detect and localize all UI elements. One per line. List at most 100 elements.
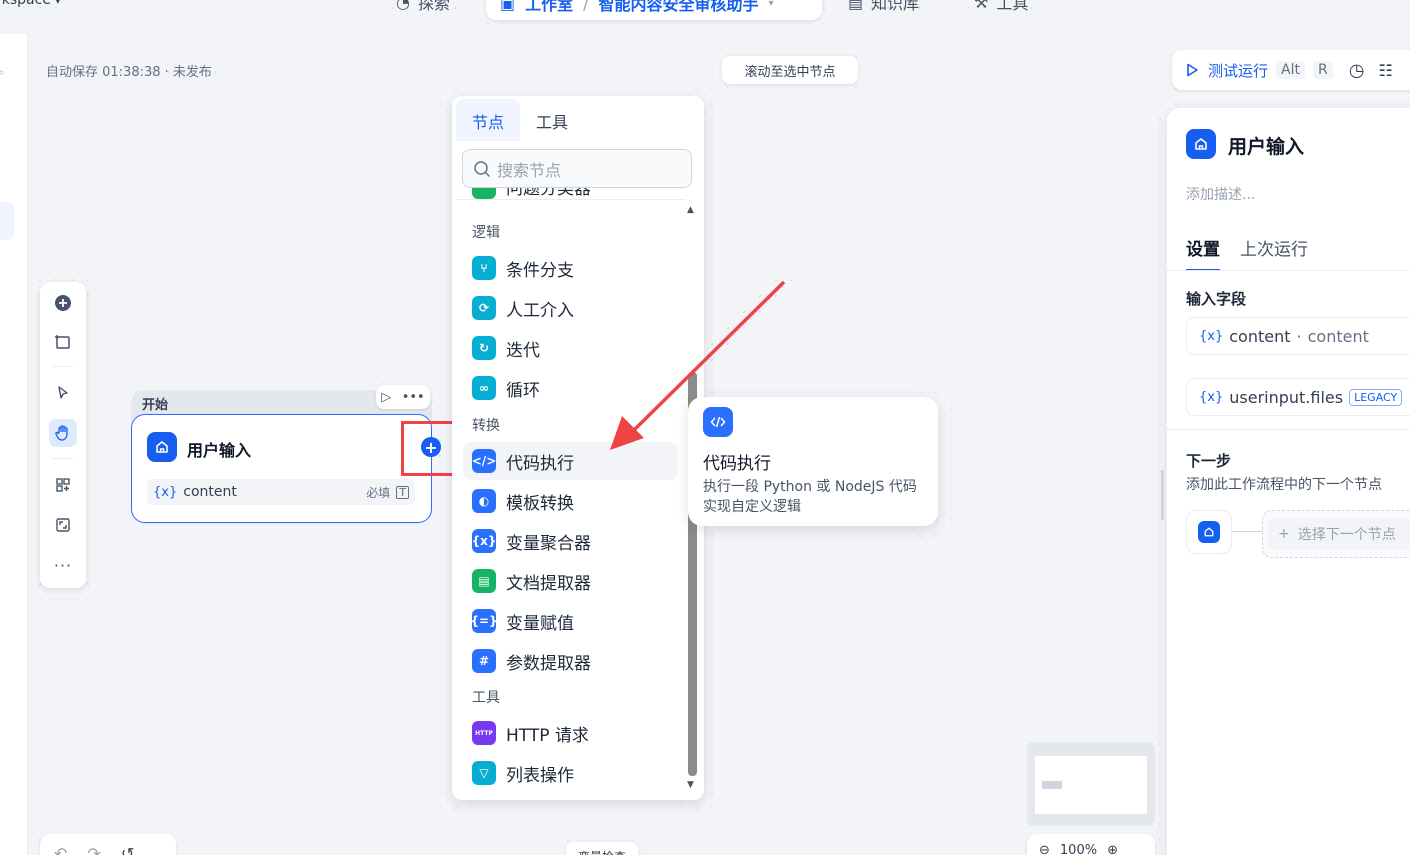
nav-knowledge[interactable]: ▤ 知识库 (848, 0, 919, 14)
list-item[interactable]: ▤ 文档提取器 (463, 562, 678, 600)
select-next-node-button[interactable]: + 选择下一个节点 (1268, 518, 1410, 550)
fit-view-icon[interactable] (49, 511, 77, 539)
list-item[interactable]: 问题分类器 (472, 188, 672, 208)
autosave-status: 自动保存 01:38:38 · 未发布 (46, 65, 212, 80)
organize-blocks-icon[interactable] (49, 471, 77, 499)
divider (1166, 429, 1410, 430)
home-icon (1186, 129, 1216, 159)
http-icon: HTTP (472, 721, 496, 745)
select-next-node-label: 选择下一个节点 (1297, 527, 1396, 543)
category-tools: 工具 (472, 690, 500, 706)
list-item-label: 模板转换 (506, 493, 574, 514)
run-node-icon[interactable]: ▷ (381, 390, 391, 405)
shortcut-key: Alt (1276, 61, 1305, 79)
list-item[interactable]: HTTP HTTP 请求 (463, 714, 678, 752)
tab-settings[interactable]: 设置 (1186, 235, 1220, 271)
pointer-icon[interactable] (49, 379, 77, 407)
start-node[interactable] (131, 414, 432, 523)
more-icon[interactable]: ••• (402, 390, 425, 405)
list-item-label: HTTP 请求 (506, 725, 589, 746)
canvas-toolbar: ··· (40, 282, 86, 588)
list-item[interactable]: # 参数提取器 (463, 642, 678, 680)
more-icon[interactable]: ··· (49, 551, 77, 579)
variable-icon: {x} (1199, 328, 1224, 344)
nav-studio[interactable]: ▣ 工作室 / 智能内容安全审核助手 ▾ (486, 0, 822, 20)
nav-tools[interactable]: ⚒ 工具 (974, 0, 1028, 14)
tab-tools[interactable]: 工具 (520, 99, 584, 141)
field-name: content (1229, 326, 1291, 346)
list-item[interactable]: ◐ 模板转换 (463, 482, 678, 520)
sidebar-icon[interactable]: ◦ (0, 66, 5, 80)
history-controls: ↶ ↷ ↺ (40, 834, 176, 855)
nav-tools-label: 工具 (996, 0, 1029, 13)
add-note-icon[interactable] (49, 328, 77, 356)
undo-icon[interactable]: ↶ (54, 844, 67, 855)
history-icon[interactable]: ◷ (1349, 60, 1365, 81)
field-name: userinput.files (1229, 387, 1344, 407)
chevron-down-icon: ▾ (55, 0, 61, 7)
divider (1166, 270, 1410, 271)
add-node-icon[interactable] (49, 289, 77, 317)
list-item[interactable]: {=} 变量赋值 (463, 602, 678, 640)
tab-last-run[interactable]: 上次运行 (1240, 235, 1308, 271)
required-badge: 必填 T (366, 484, 409, 501)
input-fields-title: 输入字段 (1186, 290, 1247, 308)
checklist-icon[interactable]: ☷ (1378, 61, 1392, 80)
connector-line (1232, 531, 1262, 532)
list-item-label: 代码执行 (506, 453, 574, 474)
tab-nodes[interactable]: 节点 (456, 99, 521, 141)
scroll-to-selected-button[interactable]: 滚动至选中节点 (722, 56, 858, 84)
home-icon (147, 432, 177, 462)
legacy-badge: LEGACY (1349, 388, 1403, 406)
list-operator-icon: ▽ (472, 761, 496, 785)
zoom-in-icon[interactable]: ⊕ (1107, 843, 1118, 855)
hand-icon[interactable] (49, 419, 77, 447)
input-field-row[interactable]: {x} content · content (1186, 317, 1410, 355)
toolbar-divider (52, 458, 74, 459)
node-search-input[interactable]: 搜索节点 (462, 149, 692, 188)
loop-icon: ∞ (472, 376, 496, 400)
variable-name: content (183, 484, 237, 500)
workspace-name: rkspace (0, 0, 51, 8)
iteration-icon: ↻ (472, 336, 496, 360)
list-item-label: 列表操作 (506, 765, 574, 786)
variable-inspect-button[interactable]: 变量检查 (566, 842, 638, 855)
history-icon[interactable]: ↺ (121, 844, 134, 855)
nav-explore[interactable]: ◔ 探索 (396, 0, 450, 14)
variable-aggregator-icon: {x} (472, 529, 496, 553)
input-field-row[interactable]: {x} userinput.files LEGACY (1186, 378, 1410, 416)
search-icon (474, 160, 491, 177)
separator: · (1296, 326, 1302, 346)
question-classifier-icon (472, 188, 496, 199)
zoom-out-icon[interactable]: ⊖ (1039, 843, 1050, 855)
annotation-highlight-box (401, 421, 457, 476)
variable-icon: {x} (1199, 389, 1224, 405)
scroll-down-icon[interactable]: ▼ (687, 780, 694, 790)
list-item-label: 问题分类器 (506, 188, 591, 199)
list-item-label: 参数提取器 (506, 653, 591, 674)
category-logic: 逻辑 (472, 225, 500, 241)
list-item-label: 条件分支 (506, 260, 574, 281)
test-run-button[interactable]: 测试运行 Alt R ◷ ☷ (1172, 50, 1410, 90)
list-item-label: 变量聚合器 (506, 533, 591, 554)
node-picker-tabs: 节点 工具 (456, 99, 584, 141)
sidebar-selected-item[interactable] (0, 202, 14, 240)
workspace-switcher[interactable]: rkspace ▾ (0, 0, 60, 8)
list-item[interactable]: {x} 变量聚合器 (463, 522, 678, 560)
zoom-level[interactable]: 100% (1060, 843, 1097, 855)
human-icon: ⟳ (472, 296, 496, 320)
field-label: content (1307, 326, 1369, 346)
panel-title[interactable]: 用户输入 (1228, 132, 1304, 159)
redo-icon[interactable]: ↷ (87, 844, 100, 855)
compass-icon: ◔ (396, 0, 410, 12)
list-item-label: 迭代 (506, 340, 540, 361)
start-node-title: 用户输入 (187, 441, 252, 460)
list-item[interactable]: ▽ 列表操作 (463, 754, 678, 792)
play-icon (1187, 63, 1198, 77)
app-name: 智能内容安全审核助手 (598, 0, 759, 14)
panel-resize-handle[interactable] (1161, 470, 1164, 520)
panel-description-input[interactable]: 添加描述... (1186, 184, 1255, 204)
app-sidebar (0, 34, 28, 855)
scroll-up-icon[interactable]: ▲ (687, 205, 694, 215)
shortcut-key: R (1312, 61, 1333, 79)
